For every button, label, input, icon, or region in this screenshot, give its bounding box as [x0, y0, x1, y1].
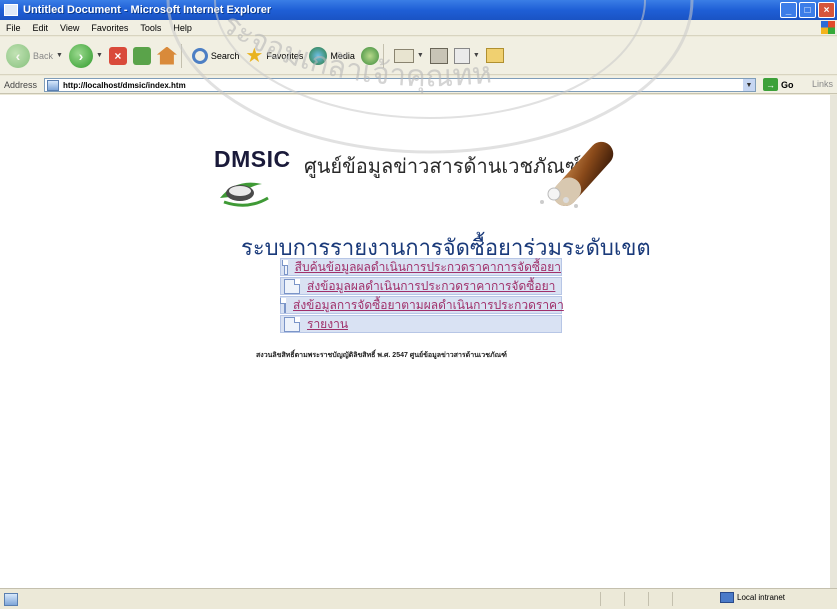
history-icon: [360, 46, 379, 65]
go-arrow-icon: →: [763, 78, 778, 91]
search-button[interactable]: Search: [191, 47, 240, 64]
vertical-scrollbar[interactable]: [830, 95, 837, 588]
refresh-button[interactable]: [132, 46, 151, 65]
document-icon: [280, 297, 286, 313]
dmsic-logo-text: DMSIC: [214, 146, 291, 172]
status-panel: [624, 592, 646, 606]
media-button[interactable]: Media: [309, 46, 355, 65]
document-icon: [281, 259, 288, 275]
minimize-button[interactable]: _: [780, 2, 797, 18]
print-button[interactable]: [429, 47, 448, 64]
address-url: http://localhost/dmsic/index.htm: [63, 80, 186, 90]
stop-icon: ×: [108, 46, 127, 65]
menu-row-reports[interactable]: รายงาน: [280, 315, 562, 333]
mail-icon: [393, 48, 414, 63]
menu-tools[interactable]: Tools: [134, 23, 167, 33]
toolbar-separator: [382, 43, 384, 68]
intranet-icon: [720, 592, 734, 603]
back-arrow-icon: ‹: [6, 43, 30, 68]
address-dropdown-icon[interactable]: ▼: [743, 79, 755, 91]
folder-icon: [485, 48, 504, 63]
home-button[interactable]: [156, 46, 177, 65]
status-panel: [648, 592, 670, 606]
menu-row-submit-results[interactable]: ส่งข้อมูลผลดำเนินการประกวดราคาการจัดซื้อ…: [280, 277, 562, 295]
capsule-illustration: [540, 141, 614, 208]
page-status-icon: [4, 592, 18, 606]
window-title: Untitled Document - Microsoft Internet E…: [23, 4, 272, 16]
status-bar: Local intranet: [0, 588, 837, 609]
site-header: DMSIC ศูนย์ข้อมูลข่าวสารด้านเวชภัณฑ์: [214, 141, 634, 221]
title-bar: Untitled Document - Microsoft Internet E…: [0, 0, 837, 20]
favorites-star-icon: ★: [245, 44, 264, 67]
edit-button[interactable]: ▼: [453, 47, 480, 64]
link-search-bid-results[interactable]: สืบค้นข้อมูลผลดำเนินการประกวดราคาการจัดซ…: [295, 258, 561, 277]
menu-bar: File Edit View Favorites Tools Help: [0, 20, 837, 36]
menu-favorites[interactable]: Favorites: [85, 23, 134, 33]
link-reports[interactable]: รายงาน: [307, 315, 348, 334]
security-zone: Local intranet: [720, 592, 785, 603]
maximize-button[interactable]: □: [799, 2, 816, 18]
page-icon: [47, 79, 59, 91]
history-button[interactable]: [360, 46, 379, 65]
document-icon: [284, 278, 300, 294]
stop-button[interactable]: ×: [108, 46, 127, 65]
ie-window-icon: [4, 4, 18, 16]
mail-dropdown-icon[interactable]: ▼: [417, 52, 424, 59]
folder-button[interactable]: [485, 48, 504, 63]
media-label: Media: [330, 50, 355, 61]
address-bar: Address http://localhost/dmsic/index.htm…: [0, 76, 837, 94]
toolbar-separator: [180, 43, 182, 68]
back-button[interactable]: ‹ Back ▼: [6, 43, 63, 68]
document-icon: [284, 316, 300, 332]
search-icon: [191, 47, 208, 64]
address-input[interactable]: http://localhost/dmsic/index.htm ▼: [44, 78, 756, 92]
back-dropdown-icon[interactable]: ▼: [56, 52, 63, 59]
address-label: Address: [4, 79, 38, 90]
favorites-label: Favorites: [266, 50, 304, 61]
menu-row-submit-purchases[interactable]: ส่งข้อมูลการจัดซื้อยาตามผลดำเนินการประกว…: [280, 296, 564, 315]
go-label: Go: [781, 79, 794, 90]
link-submit-bid-results[interactable]: ส่งข้อมูลผลดำเนินการประกวดราคาการจัดซื้อ…: [307, 277, 555, 296]
status-panels: [600, 592, 694, 606]
edit-icon: [453, 47, 470, 64]
zone-label: Local intranet: [737, 593, 786, 602]
copyright-note: สงวนลิขสิทธิ์ตามพระราชบัญญัติลิขสิทธิ์ พ…: [256, 352, 507, 359]
standard-toolbar: ‹ Back ▼ › ▼ × Search ★ Favorites Media …: [0, 37, 837, 75]
forward-dropdown-icon[interactable]: ▼: [96, 52, 103, 59]
forward-arrow-icon: ›: [68, 43, 93, 68]
forward-button[interactable]: › ▼: [68, 43, 103, 68]
refresh-icon: [132, 46, 151, 65]
menu-row-search-results[interactable]: สืบค้นข้อมูลผลดำเนินการประกวดราคาการจัดซ…: [280, 258, 562, 276]
status-panel: [600, 592, 622, 606]
back-label: Back: [33, 50, 54, 61]
link-submit-purchases[interactable]: ส่งข้อมูลการจัดซื้อยาตามผลดำเนินการประกว…: [293, 296, 564, 315]
close-button[interactable]: ×: [818, 2, 835, 18]
edit-dropdown-icon[interactable]: ▼: [473, 52, 480, 59]
search-label: Search: [210, 50, 240, 61]
menu-view[interactable]: View: [54, 23, 85, 33]
pill-leaf-logo: [220, 182, 269, 207]
window-controls: _ □ ×: [780, 2, 835, 18]
menu-file[interactable]: File: [0, 23, 27, 33]
mail-button[interactable]: ▼: [393, 48, 424, 63]
menu-help[interactable]: Help: [167, 23, 198, 33]
menu-edit[interactable]: Edit: [27, 23, 55, 33]
go-button[interactable]: → Go: [763, 78, 794, 91]
links-label[interactable]: Links: [812, 79, 833, 89]
media-icon: [309, 46, 328, 65]
status-panel: [672, 592, 694, 606]
print-icon: [429, 47, 448, 64]
main-menu: สืบค้นข้อมูลผลดำเนินการประกวดราคาการจัดซ…: [280, 258, 564, 334]
home-icon: [156, 46, 177, 65]
favorites-button[interactable]: ★ Favorites: [245, 46, 303, 66]
windows-flag-icon: [821, 21, 835, 34]
